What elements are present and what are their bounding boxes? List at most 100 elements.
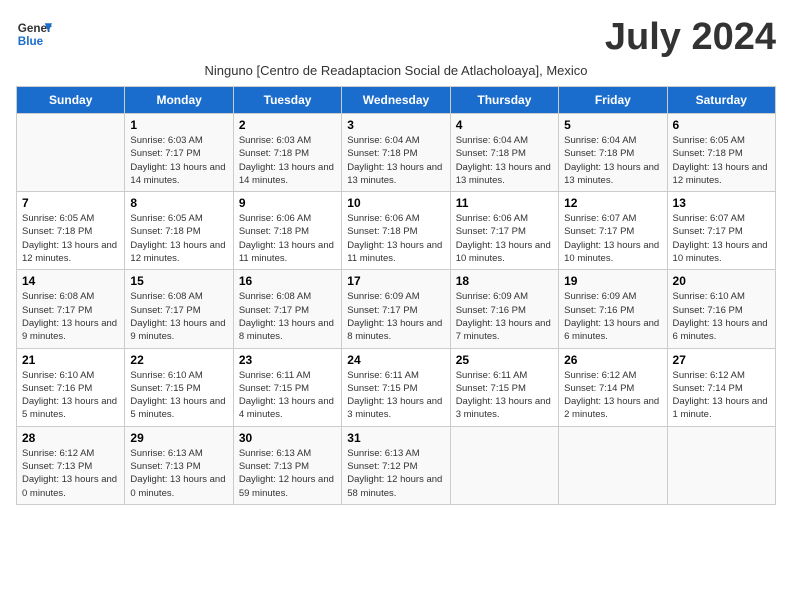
day-number: 10	[347, 196, 444, 210]
calendar-day-cell: 10Sunrise: 6:06 AM Sunset: 7:18 PM Dayli…	[342, 192, 450, 270]
calendar-day-cell: 15 Sunrise: 6:08 AM Sunset: 7:17 PM Dayli…	[125, 270, 233, 348]
day-number: 14	[22, 274, 119, 288]
day-info: Sunrise: 6:05 AM Sunset: 7:18 PM Dayligh…	[130, 212, 227, 265]
day-number: 15	[130, 274, 227, 288]
calendar-day-cell: 2 Sunrise: 6:03 AM Sunset: 7:18 PM Daylig…	[233, 114, 341, 192]
page-header: General Blue July 2024	[16, 16, 776, 59]
calendar-day-cell: 8 Sunrise: 6:05 AM Sunset: 7:18 PM Daylig…	[125, 192, 233, 270]
day-info: Sunrise: 6:13 AM Sunset: 7:12 PM Dayligh…	[347, 447, 444, 500]
svg-text:Blue: Blue	[18, 35, 44, 48]
day-number: 2	[239, 118, 336, 132]
day-number: 18	[456, 274, 553, 288]
day-number: 13	[673, 196, 770, 210]
day-number: 1	[130, 118, 227, 132]
day-number: 27	[673, 353, 770, 367]
calendar-day-cell: 22 Sunrise: 6:10 AM Sunset: 7:15 PM Dayli…	[125, 348, 233, 426]
day-number: 25	[456, 353, 553, 367]
calendar-day-cell	[559, 426, 667, 504]
day-info: Sunrise: 6:05 AM Sunset: 7:18 PM Dayligh…	[673, 134, 770, 187]
day-number: 30	[239, 431, 336, 445]
calendar-day-cell: 7 Sunrise: 6:05 AM Sunset: 7:18 PM Daylig…	[17, 192, 125, 270]
logo: General Blue	[16, 16, 52, 52]
calendar-day-cell	[667, 426, 775, 504]
day-info: Sunrise: 6:13 AM Sunset: 7:13 PM Dayligh…	[239, 447, 336, 500]
day-info: Sunrise: 6:12 AM Sunset: 7:13 PM Dayligh…	[22, 447, 119, 500]
day-number: 26	[564, 353, 661, 367]
calendar-day-cell: 25Sunrise: 6:11 AM Sunset: 7:15 PM Dayli…	[450, 348, 558, 426]
day-number: 22	[130, 353, 227, 367]
day-info: Sunrise: 6:12 AM Sunset: 7:14 PM Dayligh…	[673, 369, 770, 422]
day-of-week-header: Saturday	[667, 87, 775, 114]
calendar-day-cell: 20 Sunrise: 6:10 AM Sunset: 7:16 PM Dayli…	[667, 270, 775, 348]
calendar-day-cell: 24Sunrise: 6:11 AM Sunset: 7:15 PM Dayli…	[342, 348, 450, 426]
day-info: Sunrise: 6:05 AM Sunset: 7:18 PM Dayligh…	[22, 212, 119, 265]
calendar-week-row: 21Sunrise: 6:10 AM Sunset: 7:16 PM Dayli…	[17, 348, 776, 426]
day-info: Sunrise: 6:11 AM Sunset: 7:15 PM Dayligh…	[239, 369, 336, 422]
day-number: 7	[22, 196, 119, 210]
calendar-header-row: SundayMondayTuesdayWednesdayThursdayFrid…	[17, 87, 776, 114]
day-info: Sunrise: 6:08 AM Sunset: 7:17 PM Dayligh…	[239, 290, 336, 343]
day-number: 9	[239, 196, 336, 210]
day-number: 11	[456, 196, 553, 210]
day-info: Sunrise: 6:09 AM Sunset: 7:16 PM Dayligh…	[564, 290, 661, 343]
day-number: 3	[347, 118, 444, 132]
day-info: Sunrise: 6:04 AM Sunset: 7:18 PM Dayligh…	[564, 134, 661, 187]
calendar-week-row: 28 Sunrise: 6:12 AM Sunset: 7:13 PM Dayli…	[17, 426, 776, 504]
day-info: Sunrise: 6:09 AM Sunset: 7:17 PM Dayligh…	[347, 290, 444, 343]
day-info: Sunrise: 6:10 AM Sunset: 7:15 PM Dayligh…	[130, 369, 227, 422]
calendar-day-cell: 1 Sunrise: 6:03 AM Sunset: 7:17 PM Daylig…	[125, 114, 233, 192]
calendar-week-row: 14 Sunrise: 6:08 AM Sunset: 7:17 PM Dayli…	[17, 270, 776, 348]
day-number: 6	[673, 118, 770, 132]
calendar-day-cell: 9 Sunrise: 6:06 AM Sunset: 7:18 PM Daylig…	[233, 192, 341, 270]
day-info: Sunrise: 6:11 AM Sunset: 7:15 PM Dayligh…	[347, 369, 444, 422]
calendar-day-cell	[17, 114, 125, 192]
day-of-week-header: Wednesday	[342, 87, 450, 114]
day-info: Sunrise: 6:08 AM Sunset: 7:17 PM Dayligh…	[130, 290, 227, 343]
calendar-day-cell: 21Sunrise: 6:10 AM Sunset: 7:16 PM Dayli…	[17, 348, 125, 426]
day-number: 5	[564, 118, 661, 132]
day-of-week-header: Tuesday	[233, 87, 341, 114]
calendar-day-cell: 16 Sunrise: 6:08 AM Sunset: 7:17 PM Dayli…	[233, 270, 341, 348]
logo-icon: General Blue	[16, 16, 52, 52]
calendar-day-cell: 31 Sunrise: 6:13 AM Sunset: 7:12 PM Dayli…	[342, 426, 450, 504]
day-number: 21	[22, 353, 119, 367]
day-info: Sunrise: 6:10 AM Sunset: 7:16 PM Dayligh…	[673, 290, 770, 343]
day-number: 29	[130, 431, 227, 445]
calendar-day-cell: 11 Sunrise: 6:06 AM Sunset: 7:17 PM Dayli…	[450, 192, 558, 270]
day-info: Sunrise: 6:06 AM Sunset: 7:17 PM Dayligh…	[456, 212, 553, 265]
day-of-week-header: Thursday	[450, 87, 558, 114]
day-info: Sunrise: 6:06 AM Sunset: 7:18 PM Dayligh…	[239, 212, 336, 265]
calendar-day-cell: 28 Sunrise: 6:12 AM Sunset: 7:13 PM Dayli…	[17, 426, 125, 504]
day-info: Sunrise: 6:04 AM Sunset: 7:18 PM Dayligh…	[456, 134, 553, 187]
day-number: 8	[130, 196, 227, 210]
day-number: 19	[564, 274, 661, 288]
calendar-day-cell: 29 Sunrise: 6:13 AM Sunset: 7:13 PM Dayli…	[125, 426, 233, 504]
day-number: 20	[673, 274, 770, 288]
calendar-day-cell: 13Sunrise: 6:07 AM Sunset: 7:17 PM Dayli…	[667, 192, 775, 270]
day-number: 31	[347, 431, 444, 445]
calendar-day-cell: 18Sunrise: 6:09 AM Sunset: 7:16 PM Dayli…	[450, 270, 558, 348]
day-number: 23	[239, 353, 336, 367]
calendar-day-cell: 6 Sunrise: 6:05 AM Sunset: 7:18 PM Daylig…	[667, 114, 775, 192]
day-info: Sunrise: 6:03 AM Sunset: 7:17 PM Dayligh…	[130, 134, 227, 187]
day-info: Sunrise: 6:07 AM Sunset: 7:17 PM Dayligh…	[564, 212, 661, 265]
day-number: 16	[239, 274, 336, 288]
calendar-day-cell: 23 Sunrise: 6:11 AM Sunset: 7:15 PM Dayli…	[233, 348, 341, 426]
page-subtitle: Ninguno [Centro de Readaptacion Social d…	[16, 63, 776, 78]
calendar-day-cell: 17Sunrise: 6:09 AM Sunset: 7:17 PM Dayli…	[342, 270, 450, 348]
calendar-day-cell: 14Sunrise: 6:08 AM Sunset: 7:17 PM Dayli…	[17, 270, 125, 348]
day-info: Sunrise: 6:03 AM Sunset: 7:18 PM Dayligh…	[239, 134, 336, 187]
calendar-day-cell: 12Sunrise: 6:07 AM Sunset: 7:17 PM Dayli…	[559, 192, 667, 270]
calendar-day-cell: 3Sunrise: 6:04 AM Sunset: 7:18 PM Daylig…	[342, 114, 450, 192]
day-info: Sunrise: 6:12 AM Sunset: 7:14 PM Dayligh…	[564, 369, 661, 422]
calendar-table: SundayMondayTuesdayWednesdayThursdayFrid…	[16, 86, 776, 505]
day-of-week-header: Friday	[559, 87, 667, 114]
day-info: Sunrise: 6:13 AM Sunset: 7:13 PM Dayligh…	[130, 447, 227, 500]
day-number: 4	[456, 118, 553, 132]
calendar-day-cell: 19 Sunrise: 6:09 AM Sunset: 7:16 PM Dayli…	[559, 270, 667, 348]
calendar-day-cell	[450, 426, 558, 504]
calendar-day-cell: 27 Sunrise: 6:12 AM Sunset: 7:14 PM Dayli…	[667, 348, 775, 426]
day-of-week-header: Sunday	[17, 87, 125, 114]
day-number: 28	[22, 431, 119, 445]
calendar-day-cell: 5 Sunrise: 6:04 AM Sunset: 7:18 PM Daylig…	[559, 114, 667, 192]
